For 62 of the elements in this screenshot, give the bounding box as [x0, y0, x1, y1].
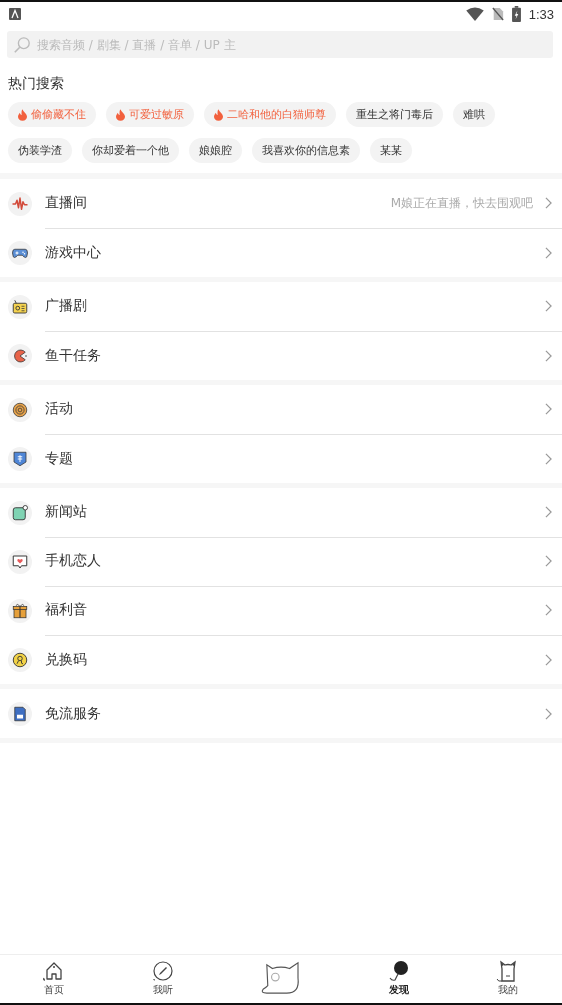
- target-icon: [11, 400, 29, 419]
- menu-label: 免流服务: [45, 704, 102, 723]
- menu-label: 新闻站: [45, 503, 88, 521]
- nav-tab[interactable]: 发现: [386, 955, 413, 997]
- pacman-icon: [11, 346, 29, 365]
- menu-label: 广播剧: [45, 297, 88, 315]
- menu-item[interactable]: 广播剧: [0, 282, 562, 331]
- menu-item[interactable]: 福利音: [0, 586, 562, 635]
- chevron-icon: [545, 246, 552, 259]
- menu-label: 福利音: [45, 601, 88, 619]
- search-tag[interactable]: 重生之将门毒后: [346, 102, 443, 127]
- chevron-icon: [545, 197, 552, 209]
- status-time: 1:33: [528, 6, 554, 22]
- search-tag[interactable]: 某某: [370, 138, 412, 163]
- search-tag[interactable]: 难哄: [453, 102, 495, 127]
- search-tag[interactable]: 伪装学渣: [8, 138, 72, 163]
- sd-card-icon: [11, 704, 29, 723]
- chevron-icon: [545, 300, 552, 312]
- chevron-icon: [545, 403, 552, 415]
- battery-icon: [511, 6, 521, 22]
- chevron-icon: [545, 452, 552, 465]
- menu-label: 游戏中心: [45, 243, 102, 262]
- menu-hint: M娘正在直播，快去围观吧: [390, 194, 533, 212]
- search-tag[interactable]: 你却爱着一个他: [82, 138, 179, 163]
- menu-label: 兑换码: [45, 650, 88, 669]
- menu-label: 鱼干任务: [45, 346, 102, 365]
- nav-tab[interactable]: 我听: [149, 955, 176, 997]
- radio-icon: [11, 297, 29, 316]
- flame-icon: [18, 108, 27, 121]
- menu-item[interactable]: 游戏中心: [0, 228, 562, 277]
- nav-tab[interactable]: 我的: [494, 955, 521, 997]
- flame-icon: [116, 108, 125, 121]
- menu-item[interactable]: 兑换码: [0, 635, 562, 684]
- no-sim-icon: [491, 7, 504, 21]
- shield-icon: [11, 449, 29, 468]
- menu-label: 专题: [45, 449, 74, 468]
- search-tag[interactable]: 娘娘腔: [189, 138, 242, 163]
- menu-item[interactable]: 鱼干任务: [0, 331, 562, 380]
- heart-message-icon: [11, 552, 29, 571]
- menu-item[interactable]: 直播间 M娘正在直播，快去围观吧: [0, 179, 562, 228]
- chevron-icon: [545, 349, 552, 362]
- gift-icon: [11, 601, 29, 620]
- chevron-icon: [545, 506, 552, 518]
- menu-item[interactable]: 专题: [0, 434, 562, 483]
- chevron-icon: [545, 653, 552, 666]
- section-title: 热门搜索: [8, 75, 65, 93]
- menu-item[interactable]: 免流服务: [0, 689, 562, 738]
- menu-item[interactable]: 手机恋人: [0, 537, 562, 586]
- flame-icon: [214, 108, 223, 121]
- wifi-icon: [465, 7, 484, 21]
- menu-item[interactable]: 活动: [0, 385, 562, 434]
- chevron-icon: [545, 555, 552, 567]
- menu-label: 直播间: [45, 194, 88, 212]
- coin-icon: [11, 650, 29, 669]
- menu-label: 手机恋人: [45, 552, 102, 570]
- search-tag[interactable]: 我喜欢你的信息素: [252, 138, 360, 163]
- menu-item[interactable]: 新闻站: [0, 488, 562, 537]
- chevron-icon: [545, 707, 552, 720]
- wave-icon: [11, 194, 29, 213]
- menu-label: 活动: [45, 400, 74, 418]
- chevron-icon: [545, 604, 552, 616]
- nav-tab[interactable]: 首页: [41, 955, 68, 997]
